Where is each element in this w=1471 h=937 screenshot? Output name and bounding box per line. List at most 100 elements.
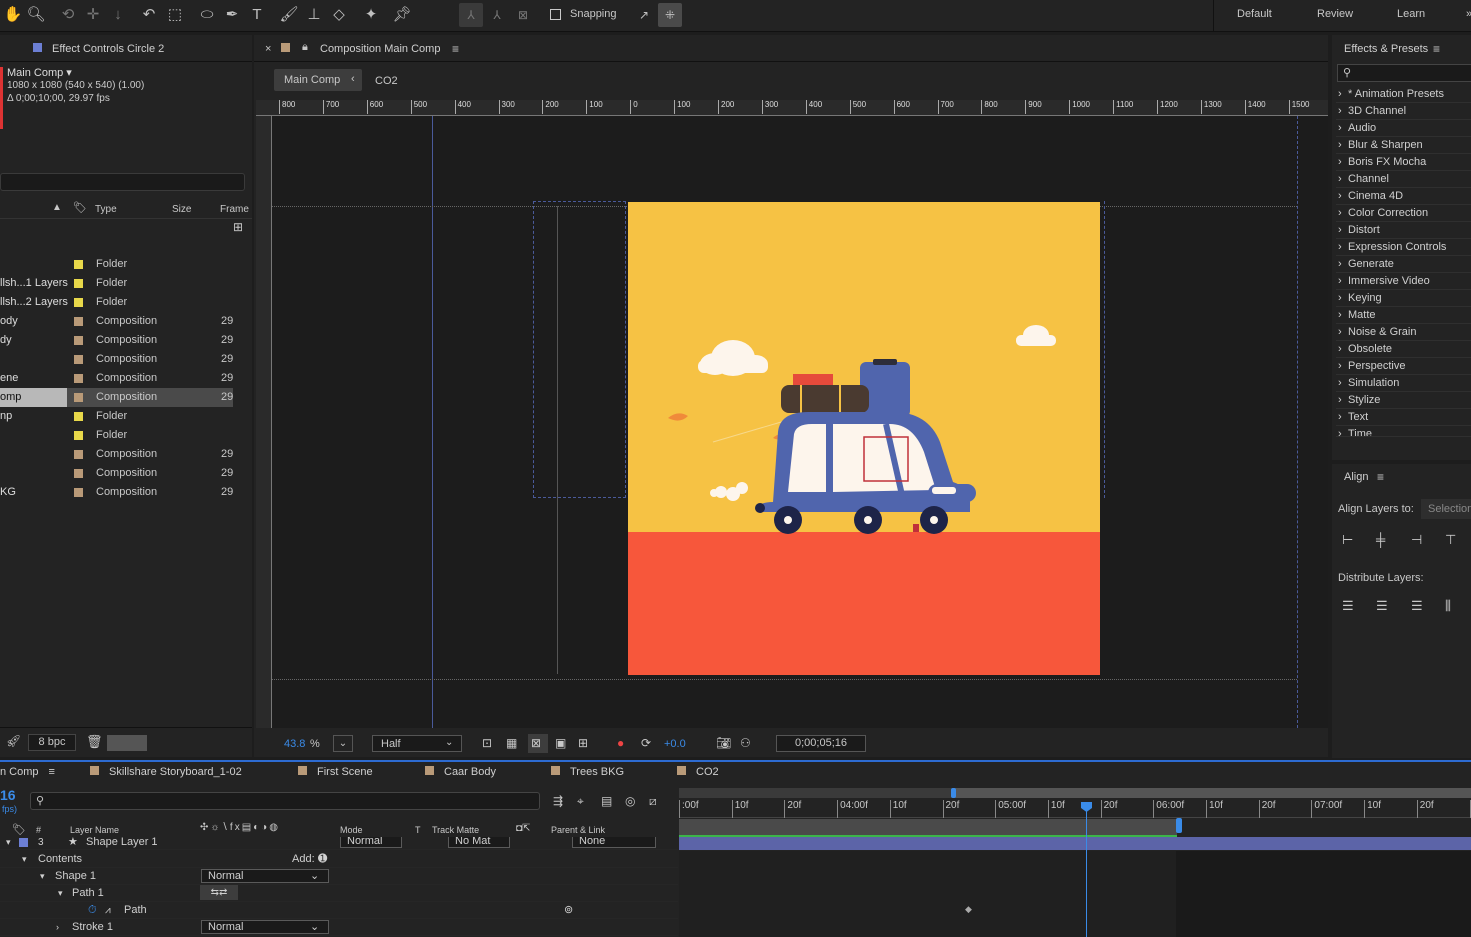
stroke-blend-mode-dropdown[interactable]: Normal ⌄ — [201, 920, 329, 934]
effect-category[interactable]: › Simulation — [1336, 375, 1471, 392]
panel-menu-icon[interactable]: ≡ — [1433, 42, 1440, 56]
orbit-camera-icon[interactable]: ⟲ — [57, 4, 79, 26]
path-group-row[interactable]: ▾ Path 1 ⇆⇄ — [0, 885, 678, 902]
project-item[interactable]: Folder — [0, 255, 250, 274]
brush-tool-icon[interactable]: 🖌︎ — [278, 4, 300, 26]
effect-category[interactable]: › Expression Controls — [1336, 239, 1471, 256]
graph-editor-icon[interactable]: ⧄ — [649, 794, 657, 809]
align-left-icon[interactable]: ⊢ — [1342, 532, 1353, 548]
distribute-vertical-center-icon[interactable]: ☰ — [1376, 598, 1388, 614]
current-frame[interactable]: 16 — [0, 787, 16, 803]
label-tag-icon[interactable]: 🏷︎ — [73, 201, 87, 214]
label-color-swatch[interactable] — [74, 355, 83, 364]
align-tab[interactable]: Align — [1344, 471, 1368, 483]
breadcrumb-main-comp[interactable]: Main Comp ‹ — [274, 69, 362, 91]
zoom-value[interactable]: 43.8 — [284, 738, 305, 750]
panel-menu-icon[interactable]: ≡ — [452, 42, 459, 56]
label-color-swatch[interactable] — [74, 317, 83, 326]
panel-menu-icon[interactable]: ≡ — [1377, 470, 1384, 484]
effect-category[interactable]: › 3D Channel — [1336, 103, 1471, 120]
effect-category[interactable]: › Boris FX Mocha — [1336, 154, 1471, 171]
col-type[interactable]: Type — [95, 204, 117, 215]
hand-tool-icon[interactable]: ✋ — [2, 4, 24, 26]
interpret-footage-icon[interactable]: 🚀︎ — [6, 734, 21, 748]
col-parent-link[interactable]: Parent & Link — [551, 825, 605, 835]
trash-icon[interactable]: 🗑︎ — [86, 734, 103, 750]
label-color-swatch[interactable] — [74, 488, 83, 497]
effect-category[interactable]: › Immersive Video — [1336, 273, 1471, 290]
path-property-row[interactable]: ⏱︎ ⩘ Path ⊚ — [0, 902, 678, 919]
timeline-tab[interactable]: Caar Body — [425, 765, 496, 779]
col-size[interactable]: Size — [172, 204, 191, 215]
composition-tab[interactable]: Composition Main Comp — [320, 43, 440, 55]
chevron-right-icon[interactable]: › — [56, 919, 59, 936]
exposure-value[interactable]: +0.0 — [664, 738, 686, 750]
horizontal-ruler[interactable]: 800 700 600 500 400 300 200 100 0 100 200 300 400 500… — [256, 100, 1328, 116]
effect-category[interactable]: › Stylize — [1336, 392, 1471, 409]
label-color-swatch[interactable] — [74, 431, 83, 440]
effect-category[interactable]: › Perspective — [1336, 358, 1471, 375]
frame-blending-icon[interactable]: ▤ — [601, 794, 612, 808]
effect-controls-tab[interactable]: Effect Controls Circle 2 — [52, 43, 164, 55]
timeline-tab[interactable]: Skillshare Storyboard_1-02 — [90, 765, 242, 779]
label-color-swatch[interactable] — [74, 260, 83, 269]
stopwatch-icon[interactable]: ⏱︎ — [88, 902, 97, 919]
work-area-start-handle[interactable] — [951, 788, 956, 798]
effect-category[interactable]: › Keying — [1336, 290, 1471, 307]
timecode-field[interactable]: 0;00;05;16 — [776, 735, 866, 752]
ellipse-tool-icon[interactable]: ⬭ — [196, 4, 218, 26]
work-area-end-handle[interactable] — [1176, 818, 1182, 833]
distribute-left-icon[interactable]: ⫼ — [1445, 598, 1451, 614]
effect-category[interactable]: › Cinema 4D — [1336, 188, 1471, 205]
effect-category[interactable]: › Time — [1336, 426, 1471, 437]
project-item[interactable]: np Folder — [0, 407, 250, 426]
layer-mode-dropdown[interactable]: Normal — [340, 837, 402, 848]
effect-category[interactable]: › Text — [1336, 409, 1471, 426]
label-color-swatch[interactable] — [74, 279, 83, 288]
panel-menu-icon[interactable]: ≡ — [49, 766, 55, 778]
vertical-ruler[interactable] — [256, 116, 272, 728]
comp-info-name[interactable]: Main Comp ▾ — [7, 66, 72, 79]
channels-icon[interactable]: ● — [617, 736, 624, 750]
timeline-tab[interactable]: n Comp ≡ — [0, 765, 55, 779]
pan-behind-icon[interactable]: ⬚ — [164, 4, 186, 26]
pen-tool-icon[interactable]: ✒ — [221, 4, 243, 26]
bpc-button[interactable]: 8 bpc — [28, 734, 76, 751]
world-axis-icon[interactable]: ⅄ — [486, 4, 508, 26]
zoom-dropdown[interactable]: ⌄ — [333, 735, 353, 752]
contents-row[interactable]: ▾ Contents Add: ➊ — [0, 851, 678, 868]
col-track-matte[interactable]: Track Matte — [432, 825, 479, 835]
shape-blend-mode-dropdown[interactable]: Normal ⌄ — [201, 869, 329, 883]
label-color-swatch[interactable] — [74, 412, 83, 421]
view-axis-icon[interactable]: ⊠ — [512, 4, 534, 26]
label-color-swatch[interactable] — [74, 374, 83, 383]
effect-category[interactable]: › Distort — [1336, 222, 1471, 239]
keyframe-icon[interactable]: ◆ — [965, 904, 972, 915]
comp-viewer[interactable] — [272, 116, 1328, 728]
grid-guides-icon[interactable]: ⊞ — [578, 736, 588, 750]
col-layer-name[interactable]: Layer Name — [70, 825, 119, 835]
label-color-swatch[interactable] — [74, 336, 83, 345]
shape-group-row[interactable]: ▾ Shape 1 Normal ⌄ — [0, 868, 678, 885]
resolution-dropdown[interactable]: Half ⌄ — [372, 735, 462, 752]
workspace-overflow-icon[interactable]: » — [1466, 8, 1471, 20]
chevron-down-icon[interactable]: ▾ — [22, 851, 27, 868]
label-color-swatch[interactable] — [74, 298, 83, 307]
color-swatch[interactable] — [107, 735, 147, 751]
label-color-swatch[interactable] — [74, 393, 83, 402]
effect-category[interactable]: › * Animation Presets — [1336, 86, 1471, 103]
work-area-range[interactable] — [953, 788, 1471, 798]
pickwhip-icon[interactable]: ⊚ — [564, 902, 573, 919]
puppet-pin-icon[interactable]: 📌︎ — [391, 4, 413, 26]
workspace-review[interactable]: Review — [1317, 8, 1353, 20]
effect-category[interactable]: › Noise & Grain — [1336, 324, 1471, 341]
snapping-checkbox[interactable] — [550, 9, 561, 20]
effects-search-input[interactable]: ⚲ — [1337, 64, 1471, 82]
eraser-tool-icon[interactable]: ◇ — [328, 4, 350, 26]
comp-canvas[interactable] — [628, 202, 1100, 675]
effect-category[interactable]: › Channel — [1336, 171, 1471, 188]
col-mode[interactable]: Mode — [340, 825, 363, 835]
track-matte-dropdown[interactable]: No Mat — [448, 837, 510, 848]
label-tag-icon[interactable]: 🏷︎ — [12, 823, 26, 836]
effect-category[interactable]: › Matte — [1336, 307, 1471, 324]
